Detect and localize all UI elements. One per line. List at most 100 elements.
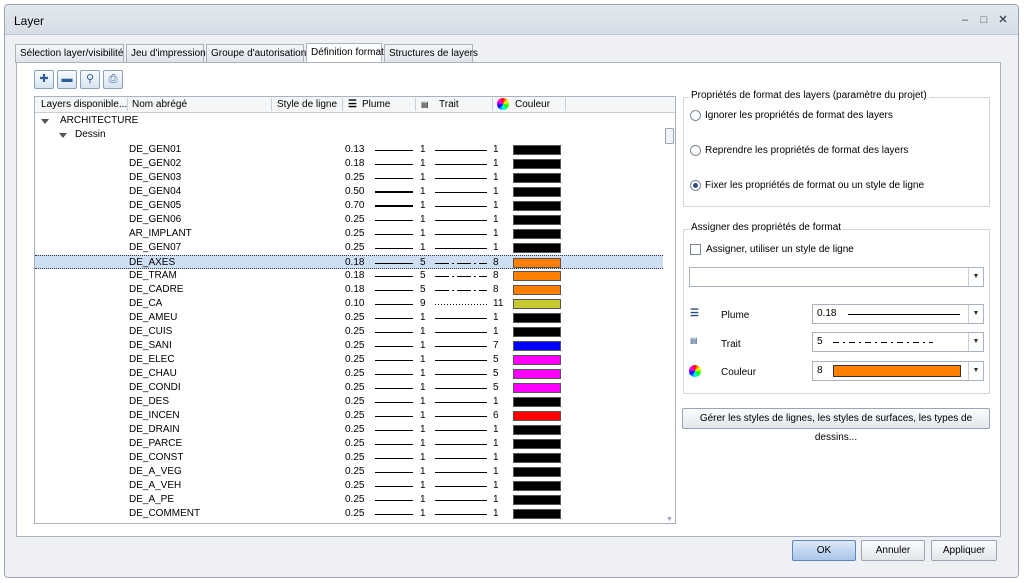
fixer-label[interactable]: Fixer les propriétés de format ou un sty… <box>705 180 924 191</box>
color-swatch <box>513 145 561 155</box>
table-row[interactable]: DE_GEN07 0.25 1 1 <box>35 241 663 255</box>
pen-preview <box>375 402 413 403</box>
apply-button[interactable]: Appliquer <box>931 540 997 561</box>
pen-value: 0.13 <box>345 144 365 155</box>
table-row[interactable]: DE_CHAU 0.25 1 5 <box>35 367 663 381</box>
color-select[interactable]: 8 ▼ <box>812 361 984 381</box>
table-row[interactable]: DE_A_PE 0.25 1 1 <box>35 493 663 507</box>
manage-styles-button[interactable]: Gérer les styles de lignes, les styles d… <box>682 408 990 443</box>
layer-short-name: DE_GEN01 <box>129 144 182 155</box>
color-swatch <box>513 509 561 519</box>
collapse-architecture-icon[interactable] <box>41 119 49 124</box>
table-row[interactable]: DE_GEN04 0.50 1 1 <box>35 185 663 199</box>
add-icon[interactable]: ✚ <box>34 70 54 89</box>
table-row[interactable]: DE_SANI 0.25 1 7 <box>35 339 663 353</box>
assign-style-label[interactable]: Assigner, utiliser un style de ligne <box>706 244 854 255</box>
scroll-thumb[interactable] <box>665 128 674 144</box>
table-row[interactable]: AR_IMPLANT 0.25 1 1 <box>35 227 663 241</box>
pen-number: 1 <box>420 480 426 491</box>
search-icon[interactable]: ⚲ <box>80 70 100 89</box>
trait-preview <box>435 248 487 249</box>
line-style-select[interactable]: ▼ <box>689 267 984 287</box>
color-swatch <box>513 341 561 351</box>
table-row[interactable]: DE_AXES 0.18 5 8 <box>35 255 663 269</box>
table-row[interactable]: DE_CUIS 0.25 1 1 <box>35 325 663 339</box>
ignore-radio[interactable] <box>690 110 701 121</box>
close-icon[interactable]: ✕ <box>996 13 1010 27</box>
chevron-down-icon[interactable]: ▼ <box>968 333 983 351</box>
table-row[interactable]: DE_INCEN 0.25 1 6 <box>35 409 663 423</box>
tab-selection[interactable]: Sélection layer/visibilité <box>15 44 124 63</box>
tab-autorisation[interactable]: Groupe d'autorisation <box>206 44 306 63</box>
reprendre-radio[interactable] <box>690 145 701 156</box>
group-architecture[interactable]: ARCHITECTURE <box>60 115 138 126</box>
col-line[interactable]: Trait <box>439 99 459 110</box>
table-row[interactable]: DE_CONDI 0.25 1 5 <box>35 381 663 395</box>
fixer-radio[interactable] <box>690 180 701 191</box>
vertical-scrollbar[interactable]: ▼ <box>664 114 675 523</box>
pen-icon: ☰ <box>348 99 357 110</box>
table-row[interactable]: DE_CADRE 0.18 5 8 <box>35 283 663 297</box>
pen-number: 1 <box>420 438 426 449</box>
ignore-label[interactable]: Ignorer les propriétés de format des lay… <box>705 110 893 121</box>
tab-impression[interactable]: Jeu d'impression <box>126 44 206 63</box>
table-row[interactable]: DE_PROF 0.25 1 1 <box>35 521 663 523</box>
table-row[interactable]: DE_TRAM 0.18 5 8 <box>35 269 663 283</box>
col-layers[interactable]: Layers disponible... <box>41 99 127 110</box>
tab-definition-format[interactable]: Définition format <box>306 43 384 63</box>
layer-short-name: DE_A_VEH <box>129 480 182 491</box>
chevron-down-icon[interactable]: ▼ <box>968 362 983 380</box>
trait-preview <box>435 318 487 319</box>
maximize-icon[interactable]: □ <box>977 13 991 27</box>
reprendre-label[interactable]: Reprendre les propriétés de format des l… <box>705 145 908 156</box>
color-number: 11 <box>493 298 504 309</box>
pen-preview <box>375 220 413 221</box>
col-line-style[interactable]: Style de ligne <box>277 99 337 110</box>
col-pen[interactable]: Plume <box>362 99 390 110</box>
color-number: 1 <box>493 452 499 463</box>
color-swatch <box>513 258 561 268</box>
pen-value: 0.25 <box>345 340 365 351</box>
table-row[interactable]: DE_DRAIN 0.25 1 1 <box>35 423 663 437</box>
color-swatch <box>513 439 561 449</box>
table-row[interactable]: DE_A_VEG 0.25 1 1 <box>35 465 663 479</box>
table-row[interactable]: DE_GEN06 0.25 1 1 <box>35 213 663 227</box>
chevron-down-icon[interactable]: ▼ <box>968 305 983 323</box>
layer-tree[interactable]: Layers disponible... Nom abrégé Style de… <box>34 96 676 524</box>
table-row[interactable]: DE_GEN01 0.13 1 1 <box>35 143 663 157</box>
tab-structures[interactable]: Structures de layers <box>384 44 478 63</box>
pen-value: 0.25 <box>345 480 365 491</box>
table-row[interactable]: DE_DES 0.25 1 1 <box>35 395 663 409</box>
table-row[interactable]: DE_PARCE 0.25 1 1 <box>35 437 663 451</box>
table-row[interactable]: DE_CONST 0.25 1 1 <box>35 451 663 465</box>
pen-icon: ☰ <box>690 308 699 319</box>
trait-select[interactable]: 5 ▼ <box>812 332 984 352</box>
table-row[interactable]: DE_COMMENT 0.25 1 1 <box>35 507 663 521</box>
print-icon[interactable]: ⎙ <box>103 70 123 89</box>
cancel-button[interactable]: Annuler <box>861 540 925 561</box>
table-row[interactable]: DE_GEN03 0.25 1 1 <box>35 171 663 185</box>
pen-select[interactable]: 0.18 ▼ <box>812 304 984 324</box>
pen-preview <box>375 346 413 347</box>
assign-style-checkbox[interactable] <box>690 244 701 255</box>
collapse-dessin-icon[interactable] <box>59 133 67 138</box>
table-row[interactable]: DE_ELEC 0.25 1 5 <box>35 353 663 367</box>
table-row[interactable]: DE_AMEU 0.25 1 1 <box>35 311 663 325</box>
remove-icon[interactable]: ▬ <box>57 70 77 89</box>
layer-short-name: DE_GEN02 <box>129 158 182 169</box>
table-row[interactable]: DE_GEN02 0.18 1 1 <box>35 157 663 171</box>
color-number: 1 <box>493 480 499 491</box>
group-dessin[interactable]: Dessin <box>75 129 106 140</box>
scroll-down-icon[interactable]: ▼ <box>666 516 673 523</box>
color-swatch <box>513 201 561 211</box>
color-swatch <box>513 243 561 253</box>
col-color[interactable]: Couleur <box>515 99 550 110</box>
table-row[interactable]: DE_GEN05 0.70 1 1 <box>35 199 663 213</box>
table-row[interactable]: DE_CA 0.10 9 11 <box>35 297 663 311</box>
trait-preview <box>435 514 487 515</box>
col-short-name[interactable]: Nom abrégé <box>132 99 187 110</box>
ok-button[interactable]: OK <box>792 540 856 561</box>
table-row[interactable]: DE_A_VEH 0.25 1 1 <box>35 479 663 493</box>
chevron-down-icon[interactable]: ▼ <box>968 268 983 286</box>
minimize-icon[interactable]: – <box>958 13 972 27</box>
